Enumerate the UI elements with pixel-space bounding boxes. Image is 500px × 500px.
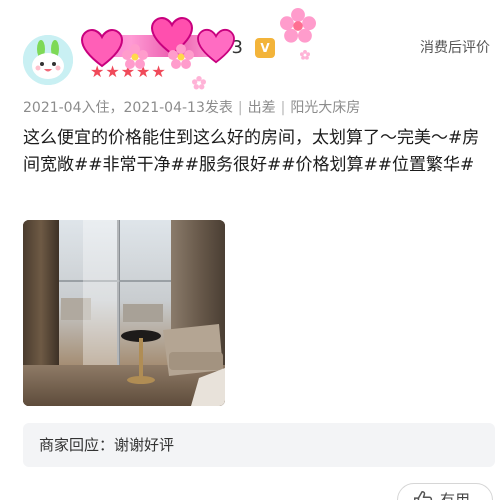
posted-date: 2021-04-13发表: [123, 100, 233, 116]
review-card: 93 V ★★★★★: [0, 0, 500, 500]
review-after-stay-label: 消费后评价: [420, 40, 490, 56]
review-text: 这么便宜的价格能住到这么好的房间，太划算了～完美～#房间宽敞##非常干净##服务…: [23, 128, 480, 175]
flower-sticker-icon: [192, 76, 206, 90]
heart-sticker-icon: [197, 28, 235, 64]
user-avatar[interactable]: [23, 35, 73, 85]
heart-sticker-icon: [80, 28, 124, 68]
meta-divider: |: [237, 100, 243, 116]
review-meta: 2021-04入住，2021-04-13发表 | 出差 | 阳光大床房: [23, 100, 361, 116]
checkin-date: 2021-04入住: [23, 100, 110, 116]
thumbs-up-icon: [414, 491, 433, 500]
flower-sticker-icon: [300, 50, 310, 60]
useful-label: 有用: [440, 491, 471, 500]
flower-sticker-icon: [168, 44, 194, 69]
bunny-avatar-icon: [23, 35, 73, 85]
flower-sticker-icon: [280, 8, 316, 43]
meta-divider: |: [280, 100, 286, 116]
trip-type: 出差: [247, 100, 276, 116]
merchant-reply-text: 商家回应：谢谢好评: [39, 436, 175, 454]
room-photo: [23, 220, 225, 406]
room-type: 阳光大床房: [290, 100, 361, 116]
merchant-reply: 商家回应：谢谢好评: [23, 423, 495, 467]
user-level-badge: V: [255, 38, 275, 58]
review-photo[interactable]: [23, 220, 225, 406]
useful-button[interactable]: 有用: [397, 483, 493, 500]
flower-sticker-icon: [122, 44, 148, 69]
